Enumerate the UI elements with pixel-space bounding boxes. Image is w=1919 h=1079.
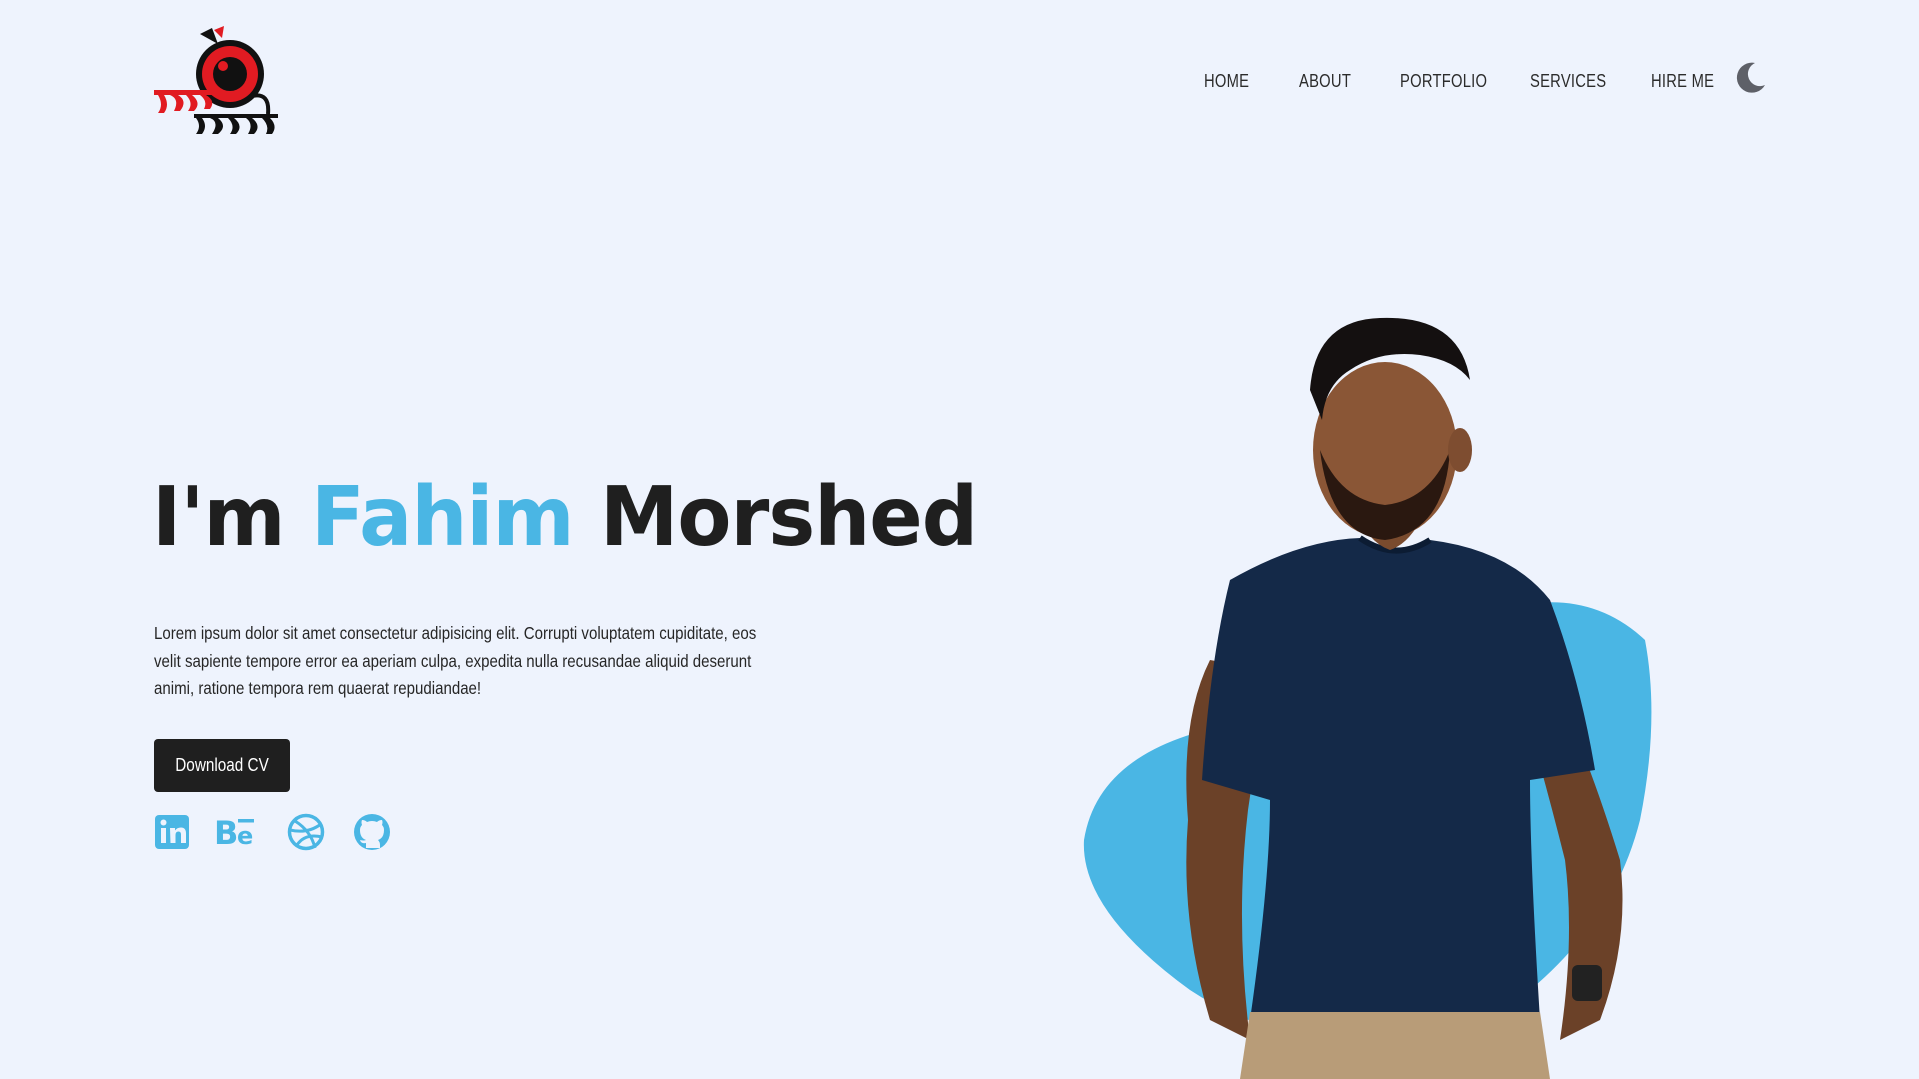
hero-portrait: [1060, 300, 1680, 1079]
github-link[interactable]: [353, 813, 391, 851]
linkedin-icon: [155, 815, 189, 849]
download-cv-label: Download CV: [175, 755, 269, 775]
svg-text:B: B: [214, 814, 238, 851]
linkedin-link[interactable]: [153, 813, 191, 851]
nav-hire-me[interactable]: HIRE ME: [1651, 71, 1714, 92]
portrait-illustration: [1083, 317, 1652, 1079]
site-logo[interactable]: [152, 26, 282, 138]
dribbble-icon: [287, 813, 325, 851]
download-cv-button[interactable]: Download CV: [154, 739, 290, 792]
moon-icon: [1736, 62, 1765, 93]
dribbble-link[interactable]: [287, 813, 325, 851]
hero-title-accent: Fahim: [310, 470, 575, 565]
nav-services[interactable]: SERVICES: [1530, 71, 1606, 92]
hero-title-suffix: Morshed: [573, 470, 978, 565]
svg-text:e: e: [237, 822, 253, 850]
hero-title-prefix: I'm: [152, 470, 311, 565]
nav-about[interactable]: ABOUT: [1299, 71, 1351, 92]
behance-icon: B e: [214, 814, 254, 851]
hero-title: I'm Fahim Morshed: [152, 470, 978, 565]
logo-graphic: [154, 26, 278, 134]
landing-page: HOME ABOUT PORTFOLIO SERVICES HIRE ME I'…: [0, 0, 1919, 1079]
hero-description: Lorem ipsum dolor sit amet consectetur a…: [154, 623, 757, 698]
nav-home[interactable]: HOME: [1204, 71, 1249, 92]
theme-toggle-button[interactable]: [1733, 61, 1767, 95]
behance-link[interactable]: B e: [213, 813, 261, 851]
github-icon: [354, 814, 390, 850]
nav-portfolio[interactable]: PORTFOLIO: [1400, 71, 1487, 92]
